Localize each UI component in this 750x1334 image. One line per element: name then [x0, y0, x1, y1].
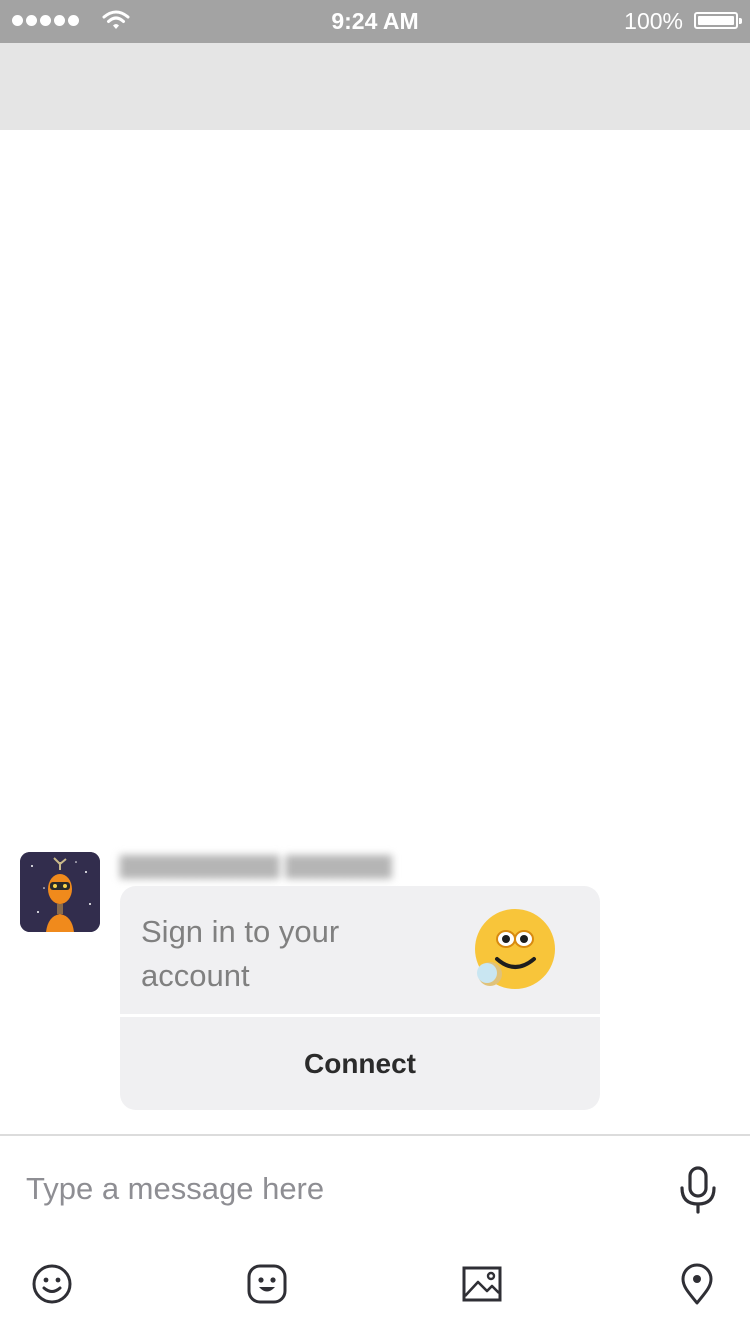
microphone-icon[interactable]: [677, 1166, 719, 1214]
signin-card-title: Sign in to your account: [141, 914, 340, 993]
location-pin-icon[interactable]: [675, 1262, 719, 1306]
bot-avatar-icon[interactable]: [20, 852, 100, 932]
signin-card: Sign in to your account Connect: [120, 886, 600, 1110]
status-bar: 9:24 AM 100%: [0, 0, 750, 43]
battery-icon: [694, 12, 742, 29]
composer-divider: [0, 1134, 750, 1136]
image-icon[interactable]: [460, 1262, 504, 1306]
sender-meta: ▇▇▇▇▇▇▇▇▇ ▇▇▇▇▇▇: [120, 852, 392, 878]
message-input[interactable]: [24, 1158, 648, 1220]
conversation-header: [0, 43, 750, 130]
connect-button[interactable]: Connect: [120, 1017, 600, 1110]
smiley-emoji-icon: [475, 909, 555, 989]
sticker-icon[interactable]: [245, 1262, 289, 1306]
battery-percentage: 100%: [624, 8, 683, 34]
emoji-icon[interactable]: [30, 1262, 74, 1306]
